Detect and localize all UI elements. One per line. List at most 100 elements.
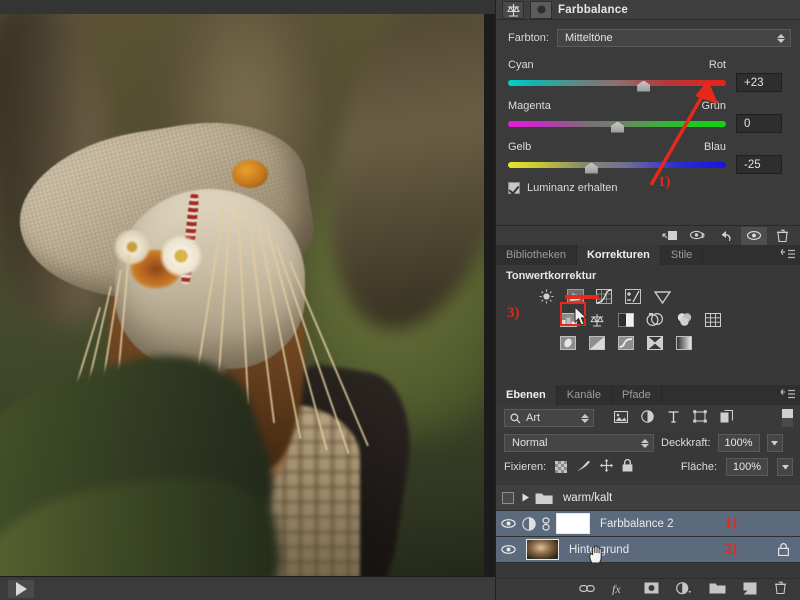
layer-mask-thumbnail[interactable] [556, 513, 590, 534]
gradient-map-icon[interactable] [674, 334, 694, 352]
layers-panel: Ebenen Kanäle Pfade Art Normal Deckkraft… [496, 385, 800, 600]
selective-color-icon[interactable] [645, 334, 665, 352]
blend-mode-value: Normal [512, 437, 548, 449]
mask-link-icon[interactable] [538, 516, 554, 531]
pixel-filter-icon[interactable] [613, 410, 629, 426]
black-white-icon[interactable] [616, 311, 636, 329]
slider-track-wrap[interactable] [508, 159, 726, 174]
slider-value-field[interactable]: 0 [736, 114, 782, 133]
posterize-icon[interactable] [587, 334, 607, 352]
layer-thumbnail[interactable] [526, 539, 559, 560]
slider-right-label: Grün [701, 100, 726, 112]
panel-menu-icon[interactable] [780, 389, 796, 403]
tab-bibliotheken[interactable]: Bibliotheken [496, 245, 577, 265]
visibility-eye-icon[interactable] [741, 226, 767, 245]
slider-value-field[interactable]: +23 [736, 73, 782, 92]
triangle-icon[interactable] [652, 288, 672, 306]
table-row[interactable]: Hintergrund 2) [496, 537, 800, 564]
filter-kind-select[interactable]: Art [504, 409, 594, 427]
adjustment-mask-icon[interactable] [530, 0, 552, 19]
fill-label: Fläche: [680, 461, 717, 473]
layer-name: Farbbalance 2 [600, 517, 674, 530]
adjustment-hover-title: Tonwertkorrektur [506, 270, 597, 282]
canvas-top-strip [0, 0, 495, 14]
reset-icon[interactable] [713, 227, 739, 245]
slider-track [508, 79, 726, 86]
shape-filter-icon[interactable] [693, 410, 707, 426]
slider-left-label: Cyan [508, 59, 534, 71]
tone-row: Farbton: Mitteltöne [508, 29, 791, 47]
tab-kanaele[interactable]: Kanäle [557, 385, 612, 405]
preserve-luminosity-checkbox[interactable] [508, 182, 520, 194]
slider-value-field[interactable]: -25 [736, 155, 782, 174]
new-layer-icon[interactable] [743, 582, 757, 598]
fill-value[interactable]: 100% [726, 458, 768, 476]
smartobject-filter-icon[interactable] [720, 409, 734, 426]
tab-stile[interactable]: Stile [661, 245, 704, 265]
table-row[interactable]: Farbbalance 2 1) [496, 511, 800, 537]
fill-dropdown-arrow[interactable] [777, 458, 793, 476]
chevron-updown-icon [641, 438, 649, 448]
canvas-status-bar [0, 576, 495, 600]
exposure-icon[interactable] [623, 288, 643, 306]
color-lookup-icon[interactable] [703, 311, 723, 329]
add-mask-icon[interactable] [644, 582, 659, 597]
clip-to-layer-icon[interactable] [657, 227, 683, 245]
channel-mixer-icon[interactable] [674, 311, 694, 329]
search-icon [510, 413, 521, 423]
document-image[interactable] [0, 14, 484, 576]
slider-track-wrap[interactable] [508, 118, 726, 133]
preserve-luminosity-row[interactable]: Luminanz erhalten [508, 182, 791, 194]
delete-trash-icon[interactable] [769, 227, 795, 245]
adjustment-icon-grid [496, 285, 800, 354]
table-row[interactable]: warm/kalt [496, 485, 800, 511]
tone-select[interactable]: Mitteltöne [556, 29, 791, 47]
layer-list: warm/kalt Farbbalance 2 1) 2) [496, 485, 800, 564]
slider-row: +23 [508, 73, 791, 92]
group-expander[interactable] [522, 491, 553, 505]
panel-title: Farbbalance [558, 3, 628, 16]
tab-korrekturen[interactable]: Korrekturen [576, 245, 661, 265]
tab-ebenen[interactable]: Ebenen [496, 385, 557, 405]
slider-labels: Magenta Grün [508, 100, 726, 112]
eye-icon [500, 519, 516, 528]
layer-style-fx-icon[interactable]: fx [612, 582, 627, 598]
opacity-dropdown-arrow[interactable] [766, 434, 783, 452]
photo-filter-icon[interactable] [645, 311, 665, 329]
type-filter-icon[interactable] [667, 410, 680, 426]
canvas-area[interactable] [0, 0, 495, 600]
layer-visibility-toggle[interactable] [496, 518, 520, 529]
eye-icon [500, 545, 516, 554]
lock-position-icon[interactable] [600, 459, 614, 475]
layer-visibility-toggle[interactable] [496, 491, 520, 504]
lock-all-icon[interactable] [622, 458, 633, 475]
filter-enable-toggle[interactable] [782, 409, 793, 427]
lock-transparency-icon[interactable] [555, 461, 568, 473]
brightness-contrast-icon[interactable] [536, 288, 556, 306]
invert-icon[interactable] [558, 334, 578, 352]
hand-cursor-icon [589, 545, 602, 564]
filter-kind-value: Art [526, 412, 541, 424]
new-group-icon[interactable] [709, 582, 726, 598]
link-layers-icon[interactable] [579, 583, 595, 597]
svg-text:fx: fx [612, 582, 621, 595]
delete-layer-icon[interactable] [774, 581, 787, 598]
new-adjustment-icon[interactable] [676, 581, 692, 598]
lock-image-icon[interactable] [576, 460, 591, 475]
layer-visibility-toggle[interactable] [496, 544, 520, 555]
preview-toggle-icon[interactable] [685, 227, 711, 245]
tab-pfade[interactable]: Pfade [612, 385, 662, 405]
properties-footer [496, 225, 800, 245]
blend-mode-select[interactable]: Normal [504, 434, 654, 452]
play-button[interactable] [8, 580, 34, 598]
lock-row: Fixieren: Fläche: 100% [496, 455, 800, 479]
chevron-right-icon [522, 493, 529, 502]
color-balance-icon[interactable] [587, 311, 607, 329]
slider-row: 0 [508, 114, 791, 133]
annotation-underline [565, 295, 599, 299]
slider-track-wrap[interactable] [508, 77, 726, 92]
threshold-icon[interactable] [616, 334, 636, 352]
panel-menu-icon[interactable] [780, 249, 796, 263]
adjustment-filter-icon[interactable] [641, 410, 654, 426]
opacity-value[interactable]: 100% [717, 434, 760, 452]
